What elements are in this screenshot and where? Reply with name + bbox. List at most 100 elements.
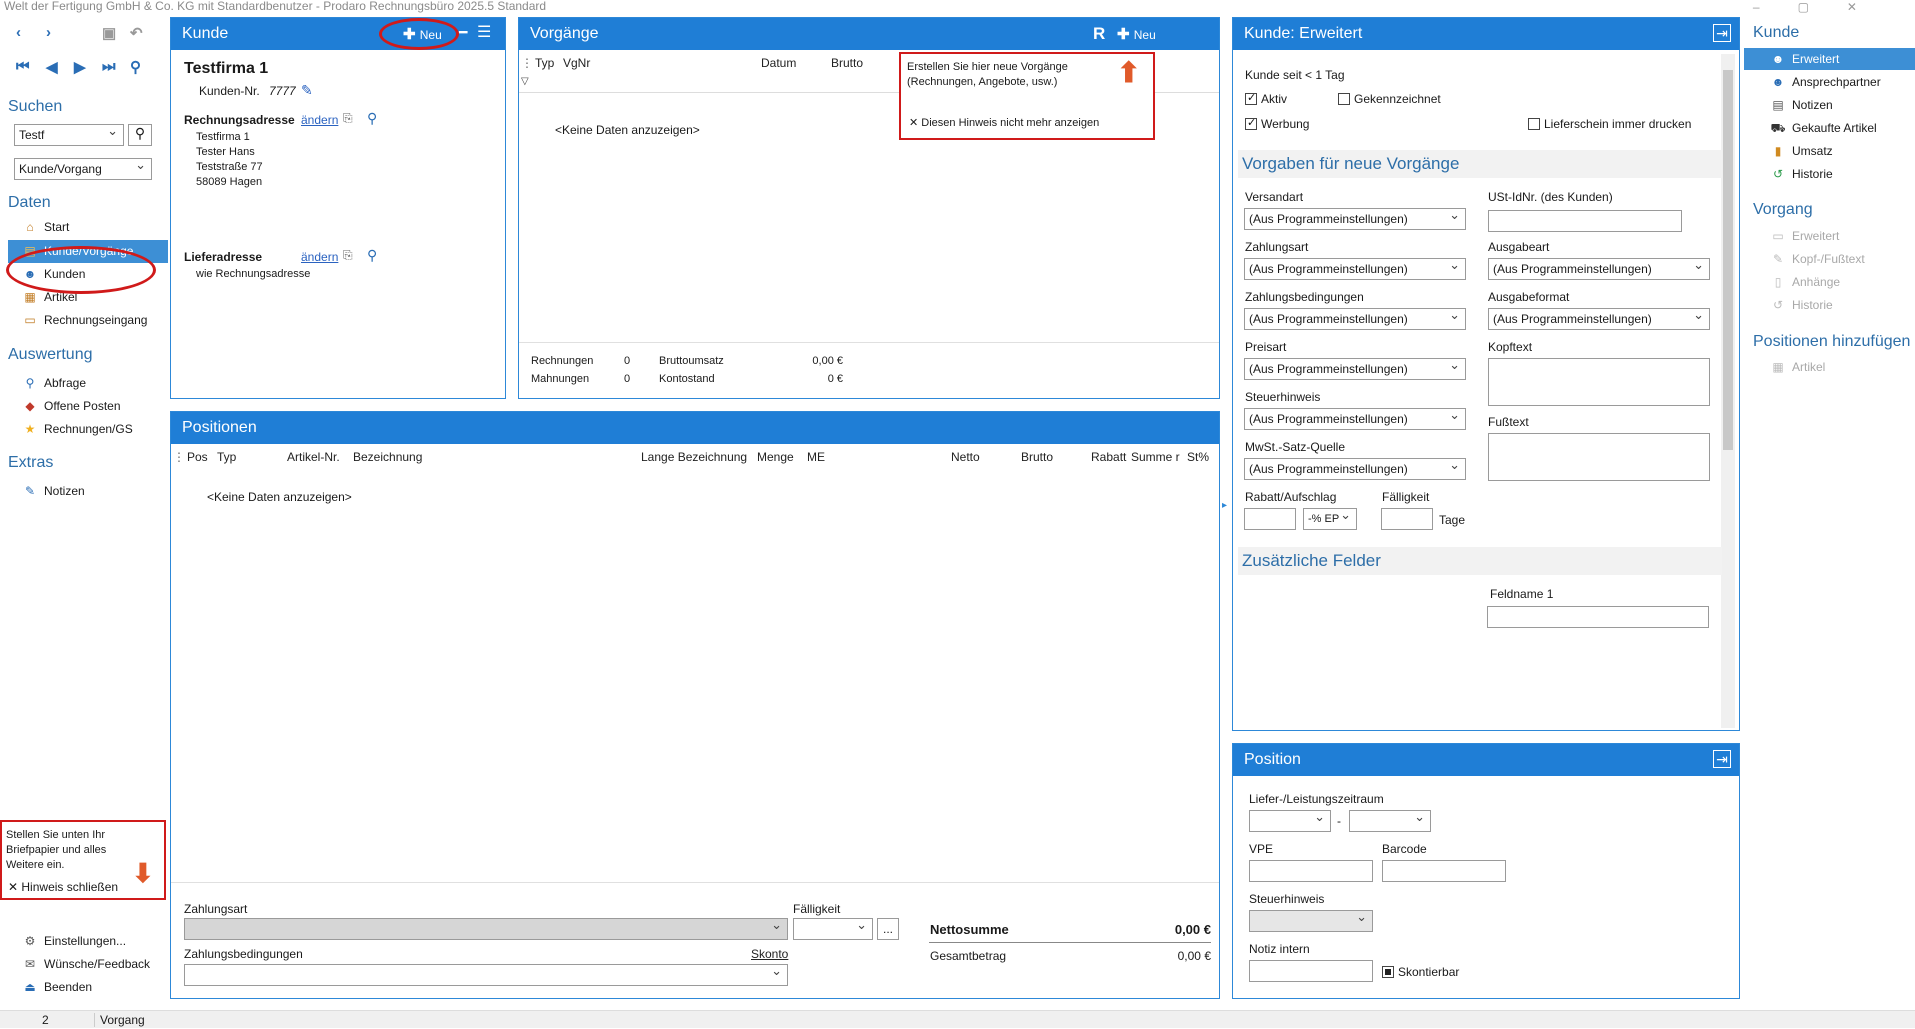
versandart-select[interactable]: (Aus Programmeinstellungen) [1244,208,1466,230]
zahlungsbed-select[interactable]: (Aus Programmeinstellungen) [1244,308,1466,330]
nav-item-abfrage[interactable]: ⚲ Abfrage [22,372,86,394]
right-item-notizen[interactable]: ▤ Notizen [1770,94,1832,116]
lieferschein-checkbox[interactable]: Lieferschein immer drucken [1528,117,1691,131]
steuerhinweis-select[interactable]: (Aus Programmeinstellungen) [1244,408,1466,430]
nav-item-start[interactable]: ⌂ Start [22,216,69,238]
tooltip-dismiss-button[interactable]: ✕ Diesen Hinweis nicht mehr anzeigen [909,116,1099,129]
gekennzeichnet-checkbox[interactable]: Gekennzeichnet [1338,92,1441,106]
search-button[interactable]: ⚲ [128,124,152,146]
right-item-umsatz[interactable]: ▮ Umsatz [1770,140,1833,162]
ustid-input[interactable] [1488,210,1682,232]
user-search-icon[interactable]: ⚲ [130,58,141,76]
mwst-select[interactable]: (Aus Programmeinstellungen) [1244,458,1466,480]
col-vgnr[interactable]: VgNr [563,56,590,70]
kopftext-textarea[interactable] [1488,358,1710,406]
col-steuer[interactable]: St% [1187,450,1209,464]
aktiv-checkbox[interactable]: Aktiv [1245,91,1287,106]
col-pos[interactable]: Pos [187,450,208,464]
right-vorgang-erweitert[interactable]: ▭ Erweitert [1770,225,1839,247]
column-chooser-icon[interactable]: ⋮ [173,450,185,464]
ausgabeart-select[interactable]: (Aus Programmeinstellungen) [1488,258,1710,280]
col-artikel-nr[interactable]: Artikel-Nr. [287,450,340,464]
skonto-link[interactable]: Skonto [751,947,788,961]
next-record-icon[interactable]: ▶ [74,58,86,76]
nav-item-rechnungseingang[interactable]: ▭ Rechnungseingang [22,309,147,331]
collapse-panel-icon[interactable]: ⇥ [1713,24,1731,42]
filter-icon[interactable]: ▽ [521,76,529,87]
nav-item-offene-posten[interactable]: ◆ Offene Posten [22,395,120,417]
col-typ[interactable]: Typ [217,450,236,464]
copy-icon[interactable]: ⎘ [343,111,353,126]
rabatt-input[interactable] [1244,508,1296,530]
steuerhinweis-select[interactable] [1249,910,1373,932]
nav-item-beenden[interactable]: ⏏ Beenden [22,976,92,998]
col-brutto[interactable]: Brutto [831,56,863,70]
col-lange-bezeichnung[interactable]: Lange Bezeichnung [641,450,747,464]
remove-icon[interactable]: ━ [459,24,467,41]
map-pin-icon[interactable]: ⚲ [367,110,377,127]
vpe-input[interactable] [1249,860,1373,882]
skontierbar-checkbox[interactable]: Skontierbar [1382,965,1459,979]
ausgabeformat-select[interactable]: (Aus Programmeinstellungen) [1488,308,1710,330]
copy-icon[interactable]: ⎘ [343,248,353,263]
col-bezeichnung[interactable]: Bezeichnung [353,450,422,464]
forward-icon[interactable]: › [46,24,51,41]
barcode-input[interactable] [1382,860,1506,882]
faelligkeit-more-button[interactable]: ... [877,918,899,940]
right-item-gekaufte-artikel[interactable]: ⛟ Gekaufte Artikel [1770,117,1876,139]
zeitraum-to-select[interactable] [1349,810,1431,832]
r-button[interactable]: R [1093,24,1105,44]
col-me[interactable]: ME [807,450,825,464]
col-netto[interactable]: Netto [951,450,980,464]
collapse-panel-icon[interactable]: ⇥ [1713,750,1731,768]
right-vorgang-kopftext[interactable]: ✎ Kopf-/Fußtext [1770,248,1865,270]
map-pin-icon[interactable]: ⚲ [367,247,377,264]
notiz-input[interactable] [1249,960,1373,982]
previous-record-icon[interactable]: ◀ [46,58,58,76]
zahlungsart-select[interactable] [184,918,788,940]
menu-icon[interactable]: ☰ [477,22,491,42]
col-rabatt[interactable]: Rabatt [1091,450,1126,464]
back-icon[interactable]: ‹ [16,24,21,41]
edit-pencil-icon[interactable]: ✎ [301,82,313,99]
right-vorgang-anhaenge[interactable]: ▯ Anhänge [1770,271,1840,293]
right-item-erweitert[interactable]: ☻ Erweitert [1770,48,1840,70]
hint-close-button[interactable]: ✕ Hinweis schließen [8,880,118,894]
nav-item-feedback[interactable]: ✉ Wünsche/Feedback [22,953,150,975]
feldname-input[interactable] [1487,606,1709,628]
delivery-change-link[interactable]: ändern [301,250,338,264]
zeitraum-from-select[interactable] [1249,810,1331,832]
splitter-arrow-icon[interactable]: ▸ [1222,500,1227,511]
right-vorgang-historie[interactable]: ↺ Historie [1770,294,1833,316]
zahlungsart-select[interactable]: (Aus Programmeinstellungen) [1244,258,1466,280]
col-summe[interactable]: Summe r [1131,450,1180,464]
col-menge[interactable]: Menge [757,450,794,464]
faelligkeit-select[interactable] [793,918,873,940]
search-mode-select[interactable]: Kunde/Vorgang [14,158,152,180]
zahlungsbed-select[interactable] [184,964,788,986]
right-positionen-artikel[interactable]: ▦ Artikel [1770,356,1825,378]
column-chooser-icon[interactable]: ⋮ [521,56,533,70]
col-brutto[interactable]: Brutto [1021,450,1053,464]
col-typ[interactable]: Typ [535,56,554,70]
rabatt-unit-select[interactable]: -% EP [1303,508,1357,530]
window-controls[interactable]: –▢✕ [1753,0,1895,14]
search-input[interactable]: Testf [14,124,124,146]
werbung-checkbox[interactable]: Werbung [1245,116,1309,131]
nav-item-rechnungen-gs[interactable]: ★ Rechnungen/GS [22,418,133,440]
last-record-icon[interactable]: ⏭ [102,58,116,75]
undo-icon[interactable]: ↶ [130,24,143,42]
right-item-historie[interactable]: ↺ Historie [1770,163,1833,185]
first-record-icon[interactable]: ⏮ [16,58,30,75]
nav-item-notizen[interactable]: ✎ Notizen [22,480,85,502]
col-datum[interactable]: Datum [761,56,796,70]
scrollbar[interactable] [1721,54,1735,728]
faelligkeit-input[interactable] [1381,508,1433,530]
billing-change-link[interactable]: ändern [301,113,338,127]
preisart-select[interactable]: (Aus Programmeinstellungen) [1244,358,1466,380]
right-item-ansprechpartner[interactable]: ☻ Ansprechpartner [1770,71,1881,93]
nav-item-einstellungen[interactable]: ⚙ Einstellungen... [22,930,126,952]
save-icon[interactable]: ▣ [102,24,116,42]
new-vorgang-button[interactable]: ✚ Neu [1117,25,1156,43]
fusstext-textarea[interactable] [1488,433,1710,481]
